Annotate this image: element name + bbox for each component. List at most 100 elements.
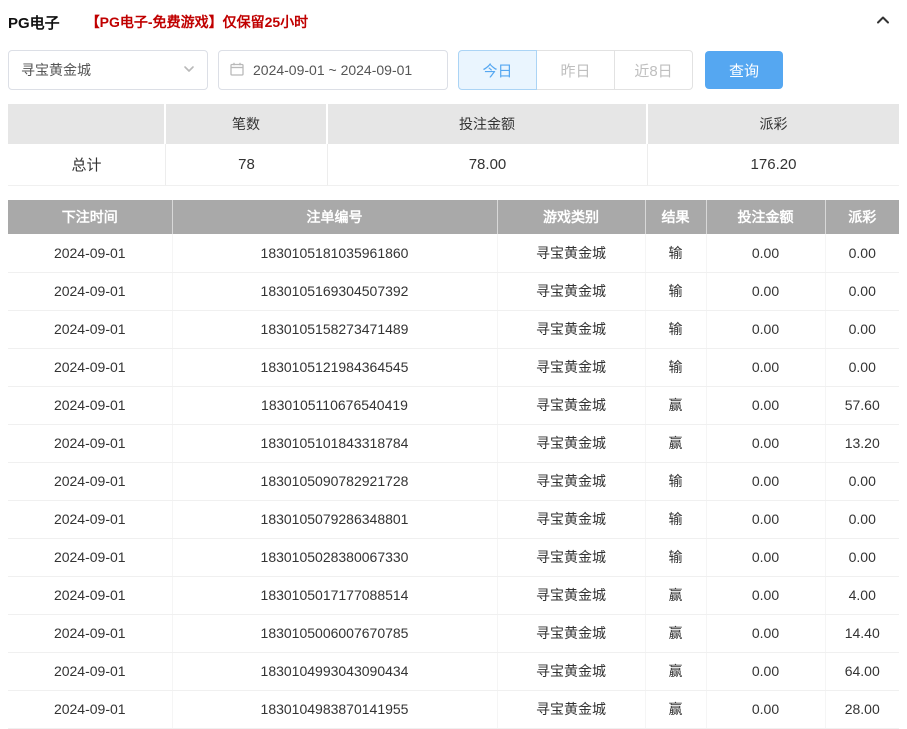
result-cell: 赢 bbox=[645, 576, 706, 614]
payout-cell: 0.00 bbox=[825, 310, 899, 348]
game-type-cell: 寻宝黄金城 bbox=[497, 234, 645, 272]
payout-cell: 0.00 bbox=[825, 462, 899, 500]
game-type-cell: 寻宝黄金城 bbox=[497, 272, 645, 310]
bet-table-body: 2024-09-01 1830105181035961860 寻宝黄金城 输 0… bbox=[8, 234, 899, 728]
game-type-cell: 寻宝黄金城 bbox=[497, 462, 645, 500]
bet-time-cell: 2024-09-01 bbox=[8, 234, 172, 272]
bet-id-cell: 1830105017177088514 bbox=[172, 576, 497, 614]
payout-cell: 4.00 bbox=[825, 576, 899, 614]
game-type-cell: 寻宝黄金城 bbox=[497, 500, 645, 538]
payout-cell: 0.00 bbox=[825, 234, 899, 272]
bet-time-cell: 2024-09-01 bbox=[8, 348, 172, 386]
game-select[interactable]: 寻宝黄金城 bbox=[8, 50, 208, 90]
result-cell: 输 bbox=[645, 234, 706, 272]
game-type-cell: 寻宝黄金城 bbox=[497, 614, 645, 652]
date-quick-buttons: 今日 昨日 近8日 bbox=[458, 50, 693, 90]
bet-time-cell: 2024-09-01 bbox=[8, 500, 172, 538]
bet-time-cell: 2024-09-01 bbox=[8, 538, 172, 576]
bet-id-cell: 1830105121984364545 bbox=[172, 348, 497, 386]
bet-amount-cell: 0.00 bbox=[706, 652, 825, 690]
payout-cell: 64.00 bbox=[825, 652, 899, 690]
collapse-button[interactable] bbox=[875, 12, 899, 33]
col-header-bet-amount: 投注金额 bbox=[706, 200, 825, 234]
bet-records-panel: PG电子 【PG电子-免费游戏】仅保留25小时 寻宝黄金城 bbox=[0, 0, 907, 729]
date-range-value: 2024-09-01 ~ 2024-09-01 bbox=[253, 62, 412, 78]
game-type-cell: 寻宝黄金城 bbox=[497, 576, 645, 614]
col-header-bet-time: 下注时间 bbox=[8, 200, 172, 234]
result-cell: 赢 bbox=[645, 386, 706, 424]
summary-table: 笔数 投注金额 派彩 总计 78 78.00 176.20 bbox=[8, 104, 899, 186]
bet-id-cell: 1830104983870141955 bbox=[172, 690, 497, 728]
result-cell: 输 bbox=[645, 500, 706, 538]
game-select-value: 寻宝黄金城 bbox=[21, 60, 91, 80]
bet-time-cell: 2024-09-01 bbox=[8, 614, 172, 652]
table-row: 2024-09-01 1830105169304507392 寻宝黄金城 输 0… bbox=[8, 272, 899, 310]
col-header-payout: 派彩 bbox=[825, 200, 899, 234]
summary-total-bet-amount: 78.00 bbox=[328, 144, 648, 186]
quick-button-today[interactable]: 今日 bbox=[458, 50, 537, 90]
caret-down-icon bbox=[183, 62, 195, 78]
game-type-cell: 寻宝黄金城 bbox=[497, 690, 645, 728]
payout-cell: 13.20 bbox=[825, 424, 899, 462]
summary-total-row: 总计 78 78.00 176.20 bbox=[8, 144, 899, 186]
chevron-up-icon bbox=[875, 12, 891, 33]
summary-total-payout: 176.20 bbox=[648, 144, 899, 186]
bet-time-cell: 2024-09-01 bbox=[8, 272, 172, 310]
payout-cell: 0.00 bbox=[825, 538, 899, 576]
bet-amount-cell: 0.00 bbox=[706, 576, 825, 614]
bet-id-cell: 1830105028380067330 bbox=[172, 538, 497, 576]
search-button[interactable]: 查询 bbox=[705, 51, 783, 89]
bet-amount-cell: 0.00 bbox=[706, 310, 825, 348]
summary-header-row: 笔数 投注金额 派彩 bbox=[8, 104, 899, 144]
result-cell: 赢 bbox=[645, 614, 706, 652]
quick-button-last8days[interactable]: 近8日 bbox=[614, 50, 693, 90]
col-header-game-type: 游戏类别 bbox=[497, 200, 645, 234]
bet-amount-cell: 0.00 bbox=[706, 614, 825, 652]
bet-amount-cell: 0.00 bbox=[706, 386, 825, 424]
payout-cell: 57.60 bbox=[825, 386, 899, 424]
result-cell: 输 bbox=[645, 272, 706, 310]
bet-amount-cell: 0.00 bbox=[706, 500, 825, 538]
bet-id-cell: 1830104993043090434 bbox=[172, 652, 497, 690]
table-row: 2024-09-01 1830105006007670785 寻宝黄金城 赢 0… bbox=[8, 614, 899, 652]
panel-header: PG电子 【PG电子-免费游戏】仅保留25小时 bbox=[8, 0, 899, 42]
result-cell: 赢 bbox=[645, 652, 706, 690]
table-row: 2024-09-01 1830105090782921728 寻宝黄金城 输 0… bbox=[8, 462, 899, 500]
result-cell: 赢 bbox=[645, 424, 706, 462]
result-cell: 输 bbox=[645, 538, 706, 576]
summary-header-bet-amount: 投注金额 bbox=[328, 104, 648, 144]
page-title: PG电子 bbox=[8, 12, 60, 33]
bet-amount-cell: 0.00 bbox=[706, 348, 825, 386]
bet-time-cell: 2024-09-01 bbox=[8, 462, 172, 500]
bet-table-header: 下注时间 注单编号 游戏类别 结果 投注金额 派彩 bbox=[8, 200, 899, 234]
table-row: 2024-09-01 1830105017177088514 寻宝黄金城 赢 0… bbox=[8, 576, 899, 614]
bet-time-cell: 2024-09-01 bbox=[8, 424, 172, 462]
bet-amount-cell: 0.00 bbox=[706, 272, 825, 310]
bet-time-cell: 2024-09-01 bbox=[8, 690, 172, 728]
table-row: 2024-09-01 1830105158273471489 寻宝黄金城 输 0… bbox=[8, 310, 899, 348]
retention-notice: 【PG电子-免费游戏】仅保留25小时 bbox=[86, 12, 308, 32]
table-row: 2024-09-01 1830105079286348801 寻宝黄金城 输 0… bbox=[8, 500, 899, 538]
filter-bar: 寻宝黄金城 2024-09-01 ~ 2024-09-01 今日 昨日 近8日 … bbox=[8, 50, 899, 90]
result-cell: 赢 bbox=[645, 690, 706, 728]
result-cell: 输 bbox=[645, 348, 706, 386]
result-cell: 输 bbox=[645, 310, 706, 348]
bet-id-cell: 1830105158273471489 bbox=[172, 310, 497, 348]
payout-cell: 28.00 bbox=[825, 690, 899, 728]
game-type-cell: 寻宝黄金城 bbox=[497, 538, 645, 576]
table-row: 2024-09-01 1830104983870141955 寻宝黄金城 赢 0… bbox=[8, 690, 899, 728]
payout-cell: 14.40 bbox=[825, 614, 899, 652]
bet-id-cell: 1830105079286348801 bbox=[172, 500, 497, 538]
date-range-input[interactable]: 2024-09-01 ~ 2024-09-01 bbox=[218, 50, 448, 90]
table-row: 2024-09-01 1830104993043090434 寻宝黄金城 赢 0… bbox=[8, 652, 899, 690]
summary-total-label: 总计 bbox=[8, 144, 166, 186]
summary-header-count: 笔数 bbox=[166, 104, 328, 144]
summary-total-count: 78 bbox=[166, 144, 328, 186]
result-cell: 输 bbox=[645, 462, 706, 500]
quick-button-yesterday[interactable]: 昨日 bbox=[536, 50, 615, 90]
payout-cell: 0.00 bbox=[825, 500, 899, 538]
bet-id-cell: 1830105169304507392 bbox=[172, 272, 497, 310]
bet-time-cell: 2024-09-01 bbox=[8, 576, 172, 614]
bet-amount-cell: 0.00 bbox=[706, 424, 825, 462]
bet-id-cell: 1830105181035961860 bbox=[172, 234, 497, 272]
